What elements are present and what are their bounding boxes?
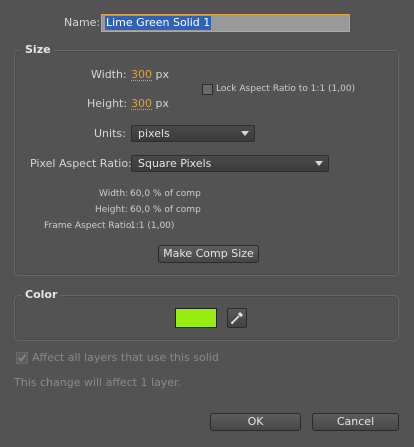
frame-aspect-ratio-label: Frame Aspect Ratio: xyxy=(44,221,135,231)
make-comp-size-button[interactable]: Make Comp Size xyxy=(158,245,259,263)
pixel-aspect-ratio-label: Pixel Aspect Ratio: xyxy=(30,157,132,170)
units-dropdown[interactable]: pixels xyxy=(131,125,255,142)
units-value: pixels xyxy=(138,127,170,140)
name-label: Name: xyxy=(64,16,101,29)
width-field[interactable]: 300 px xyxy=(131,68,169,81)
height-unit: px xyxy=(155,97,170,110)
checkmark-icon xyxy=(17,354,27,362)
change-note: This change will affect 1 layer. xyxy=(14,376,182,389)
lock-aspect-label: Lock Aspect Ratio to 1:1 (1,00) xyxy=(216,84,356,94)
color-group-title: Color xyxy=(21,288,62,301)
height-label: Height: xyxy=(87,97,128,110)
color-swatch[interactable] xyxy=(175,308,217,328)
cancel-button[interactable]: Cancel xyxy=(312,413,399,431)
frame-aspect-ratio-value: 1:1 (1,00) xyxy=(130,221,175,231)
width-value[interactable]: 300 xyxy=(131,68,152,81)
affect-all-checkbox[interactable] xyxy=(16,352,28,364)
pixel-aspect-ratio-dropdown[interactable]: Square Pixels xyxy=(131,155,329,172)
width-unit: px xyxy=(155,68,170,81)
size-group-title: Size xyxy=(21,43,55,56)
units-label: Units: xyxy=(94,127,126,140)
info-height-label: Height: xyxy=(95,205,128,215)
eyedropper-button[interactable] xyxy=(227,308,247,328)
chevron-down-icon xyxy=(315,161,323,166)
width-label: Width: xyxy=(91,68,127,81)
height-field[interactable]: 300 px xyxy=(131,97,169,110)
name-input-value: Lime Green Solid 1 xyxy=(105,16,212,30)
chevron-down-icon xyxy=(241,131,249,136)
info-height-value: 60,0 % of comp xyxy=(130,205,201,215)
info-width-label: Width: xyxy=(99,189,129,199)
height-value[interactable]: 300 xyxy=(131,97,152,110)
pixel-aspect-ratio-value: Square Pixels xyxy=(138,157,212,170)
affect-all-label: Affect all layers that use this solid xyxy=(32,351,219,364)
info-width-value: 60,0 % of comp xyxy=(130,189,201,199)
name-input[interactable]: Lime Green Solid 1 xyxy=(101,14,350,32)
ok-button[interactable]: OK xyxy=(210,413,301,431)
eyedropper-icon xyxy=(230,312,243,325)
lock-aspect-checkbox[interactable] xyxy=(202,84,213,95)
